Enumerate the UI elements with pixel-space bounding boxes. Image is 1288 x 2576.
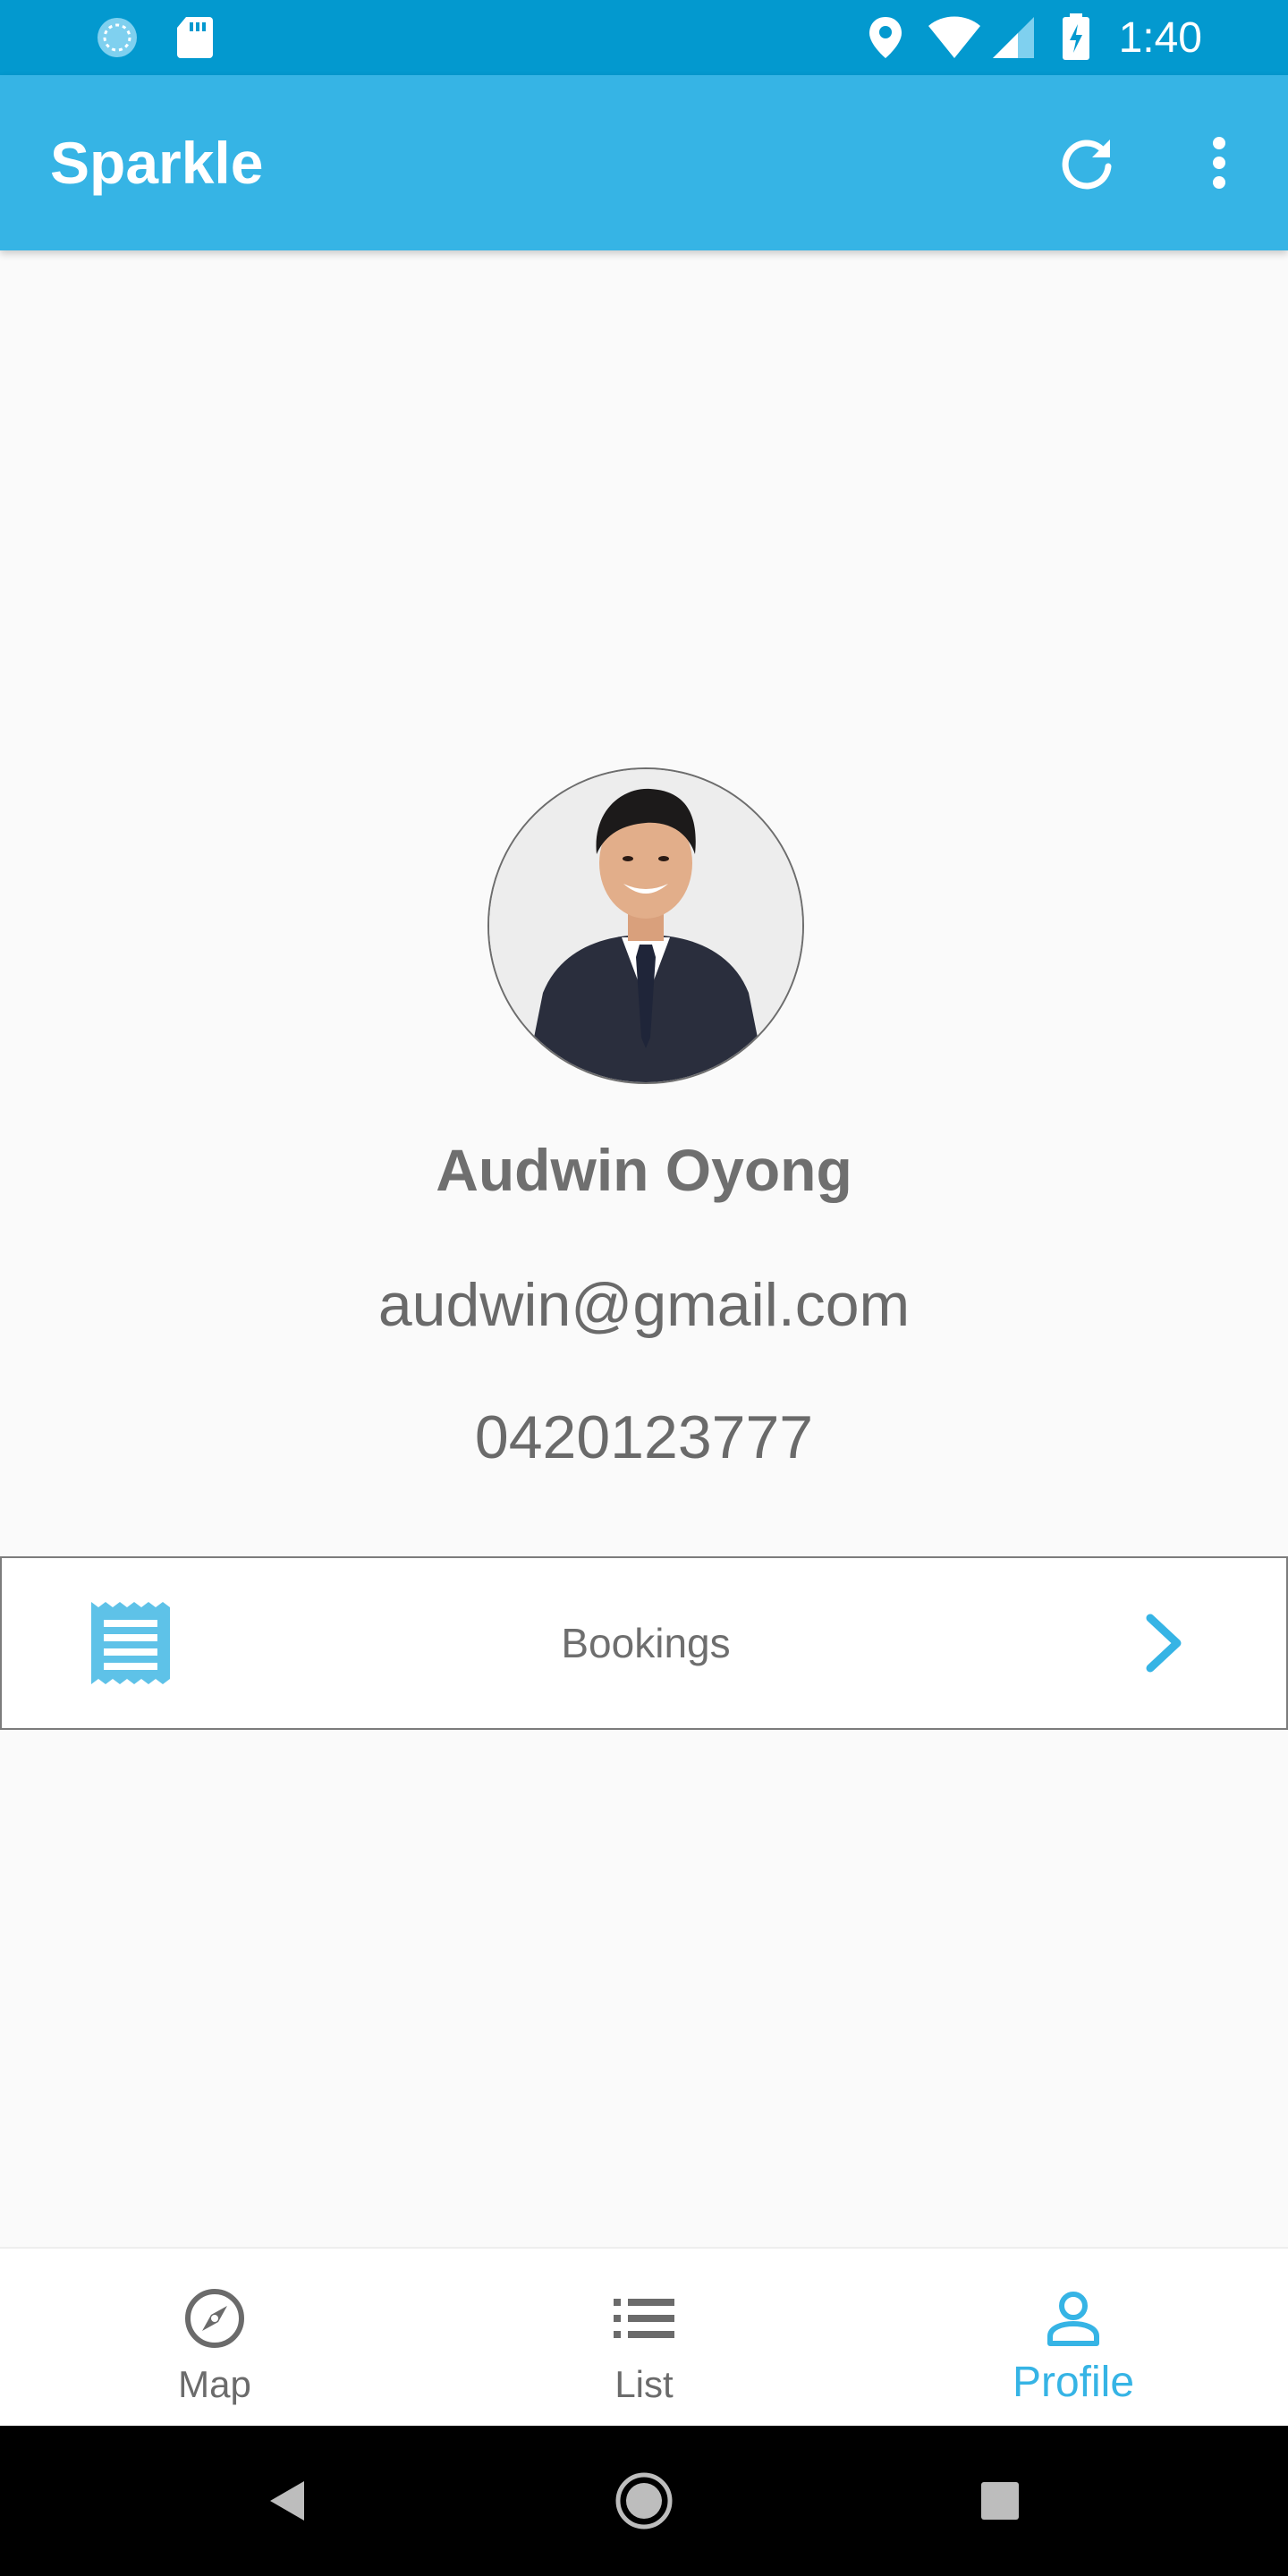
nav-item-map[interactable]: Map	[0, 2249, 429, 2428]
nav-label-map: Map	[178, 2363, 251, 2405]
person-icon	[859, 2283, 1288, 2354]
app-title: Sparkle	[50, 130, 264, 196]
status-time: 1:40	[1118, 13, 1202, 62]
avatar	[487, 767, 804, 1084]
more-vert-icon	[1213, 137, 1225, 189]
wifi-icon	[927, 0, 982, 75]
location-icon	[868, 0, 903, 75]
chevron-right-icon	[1138, 1607, 1191, 1679]
sync-icon	[95, 0, 140, 75]
sd-card-icon	[175, 0, 215, 75]
recents-icon	[981, 2482, 1019, 2520]
list-icon	[429, 2283, 859, 2354]
signal-icon	[991, 0, 1036, 75]
profile-email: audwin@gmail.com	[377, 1271, 911, 1339]
system-nav-bar	[0, 2426, 1288, 2576]
battery-charging-icon	[1061, 0, 1091, 75]
nav-label-list: List	[614, 2363, 674, 2405]
refresh-icon	[1062, 140, 1112, 190]
nav-item-profile[interactable]: Profile	[859, 2249, 1288, 2428]
refresh-button[interactable]	[1038, 75, 1136, 250]
profile-phone: 0420123777	[474, 1403, 814, 1471]
back-button[interactable]	[215, 2426, 358, 2576]
status-bar: 1:40	[0, 0, 1288, 75]
app-bar: Sparkle	[0, 75, 1288, 250]
nav-label-profile: Profile	[1012, 2359, 1135, 2406]
profile-name: Audwin Oyong	[436, 1137, 852, 1203]
profile-photo	[489, 769, 802, 1082]
profile-screen: 1:40 Sparkle Audwin Oyong audwin@gmail.c…	[0, 0, 1288, 2576]
more-options-button[interactable]	[1170, 75, 1268, 250]
back-icon	[270, 2481, 304, 2521]
recents-button[interactable]	[928, 2426, 1072, 2576]
bookings-label: Bookings	[561, 1620, 731, 1666]
nav-item-list[interactable]: List	[429, 2249, 859, 2428]
home-button[interactable]	[572, 2426, 716, 2576]
home-icon	[615, 2472, 673, 2529]
bookings-row[interactable]: Bookings	[0, 1556, 1288, 1730]
compass-icon	[0, 2283, 429, 2354]
bottom-nav: Map List Profile	[0, 2247, 1288, 2428]
